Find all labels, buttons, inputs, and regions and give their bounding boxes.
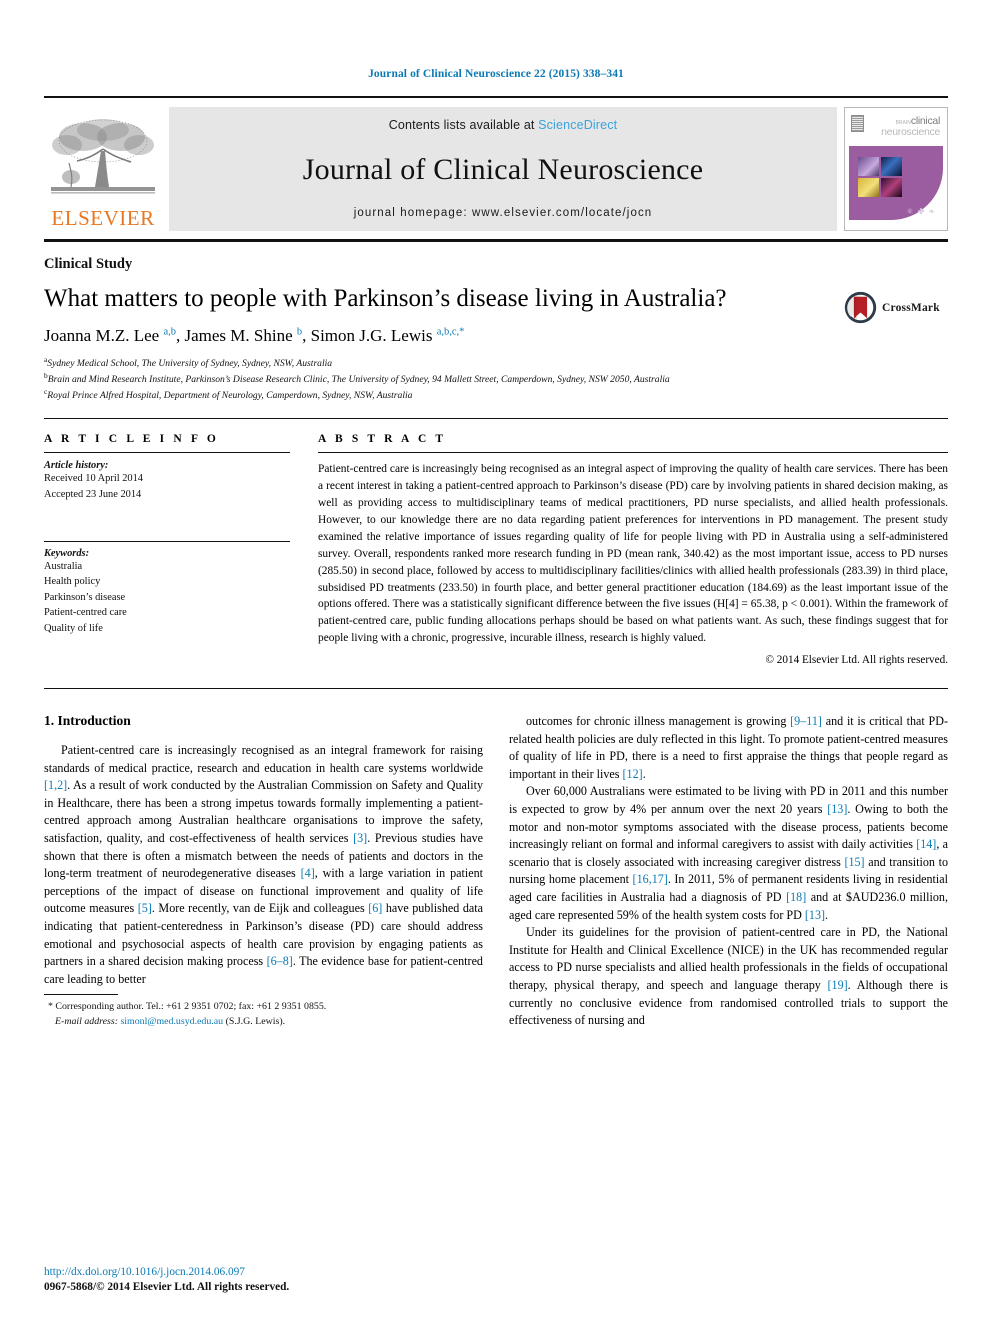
masthead-center: Contents lists available at ScienceDirec…	[169, 107, 837, 231]
footnote-email-label: E-mail address:	[55, 1015, 118, 1027]
citation-ref[interactable]: [1,2]	[44, 778, 67, 792]
citation-ref[interactable]: [15]	[844, 855, 864, 869]
body-paragraph: outcomes for chronic illness management …	[509, 714, 948, 781]
running-head: Journal of Clinical Neuroscience 22 (201…	[368, 68, 624, 80]
cover-tile	[881, 178, 902, 197]
affiliation-a: aSydney Medical School, The University o…	[44, 355, 333, 370]
right-column-paragraphs: outcomes for chronic illness management …	[509, 713, 948, 1030]
citation-ref[interactable]: [9–11]	[790, 714, 822, 728]
info-abstract-section: A R T I C L E I N F O Article history: R…	[44, 433, 948, 666]
journal-cover-thumbnail: BRAINclinical neuroscience ⚛ ✤ ❧	[844, 107, 948, 231]
cover-body: ⚛ ✤ ❧	[849, 146, 943, 220]
keyword-item: Health policy	[44, 576, 101, 588]
author-list: Joanna M.Z. Lee a,b, James M. Shine b, S…	[44, 326, 465, 345]
abstract-text: Patient-centred care is increasingly bei…	[318, 463, 948, 645]
citation-ref[interactable]: [19]	[828, 978, 848, 992]
issn-copyright: 0967-5868/© 2014 Elsevier Ltd. All right…	[44, 1280, 290, 1293]
body-column-right: outcomes for chronic illness management …	[509, 713, 948, 1030]
article-info-column: A R T I C L E I N F O Article history: R…	[44, 433, 290, 666]
cover-tile	[858, 178, 879, 197]
journal-homepage[interactable]: journal homepage: www.elsevier.com/locat…	[354, 207, 653, 219]
affiliation-c: cRoyal Prince Alfred Hospital, Departmen…	[44, 386, 413, 401]
body-columns: 1. Introduction Patient-centred care is …	[44, 713, 948, 1030]
abstract-heading: A B S T R A C T	[318, 433, 447, 446]
citation-ref[interactable]: [16,17]	[633, 872, 668, 886]
article-page: Journal of Clinical Neuroscience 22 (201…	[0, 0, 992, 1323]
affiliation-list: aSydney Medical School, The University o…	[44, 355, 828, 402]
article-type: Clinical Study	[44, 256, 133, 272]
title-divider	[44, 418, 948, 420]
doi-link[interactable]: http://dx.doi.org/10.1016/j.jocn.2014.06…	[44, 1265, 289, 1280]
cover-tile	[858, 157, 879, 176]
cover-image-tiles	[858, 157, 902, 197]
elsevier-logo: ELSEVIER	[44, 107, 162, 231]
section-heading-introduction: 1. Introduction	[44, 713, 131, 729]
corresponding-author-footnote: * Corresponding author. Tel.: +61 2 9351…	[44, 993, 483, 1030]
cover-glyphs: ⚛ ✤ ❧	[906, 207, 936, 216]
citation-ref[interactable]: [13]	[805, 908, 825, 922]
citation-ref[interactable]: [18]	[786, 890, 806, 904]
citation-ref[interactable]: [6]	[368, 901, 382, 915]
page-title: What matters to people with Parkinson’s …	[44, 285, 727, 312]
crossmark-label: CrossMark	[882, 301, 940, 314]
article-history: Article history: Received 10 April 2014 …	[44, 460, 290, 502]
sciencedirect-link[interactable]: ScienceDirect	[538, 118, 617, 132]
body-paragraph: Patient-centred care is increasingly rec…	[44, 743, 483, 986]
keywords-label: Keywords:	[44, 547, 90, 559]
keyword-item: Quality of life	[44, 623, 103, 635]
citation-ref[interactable]: [3]	[353, 831, 367, 845]
citation-ref[interactable]: [13]	[827, 802, 847, 816]
elsevier-wordmark: ELSEVIER	[51, 206, 155, 230]
citation-ref[interactable]: [6–8]	[267, 954, 293, 968]
footnote-corresponding: * Corresponding author. Tel.: +61 2 9351…	[44, 1000, 483, 1015]
footnote-asterisk: *	[48, 1000, 53, 1012]
cover-header: BRAINclinical neuroscience	[849, 112, 943, 146]
body-paragraph: Under its guidelines for the provision o…	[509, 925, 948, 1028]
citation-ref[interactable]: [14]	[916, 837, 936, 851]
footnote-rule	[44, 993, 118, 995]
footnote-email-line: E-mail address: simonl@med.usyd.edu.au (…	[44, 1015, 483, 1030]
keyword-item: Parkinson’s disease	[44, 591, 126, 603]
keywords-rule	[44, 540, 290, 542]
article-received: Received 10 April 2014	[44, 473, 143, 485]
keywords-list: Australia Health policy Parkinson’s diseas…	[44, 559, 290, 637]
cover-wordmark: BRAINclinical neuroscience	[881, 116, 940, 137]
abstract-rule	[318, 452, 948, 454]
contents-prefix: Contents lists available at	[388, 118, 539, 132]
abstract-divider	[44, 688, 948, 690]
affiliation-b: bBrain and Mind Research Institute, Park…	[44, 370, 670, 385]
crossmark-icon	[844, 291, 877, 324]
article-info-heading: A R T I C L E I N F O	[44, 433, 219, 446]
cover-tile	[881, 157, 902, 176]
cover-wordmark-line2: neuroscience	[881, 125, 940, 138]
crossmark-badge[interactable]: CrossMark	[844, 273, 948, 324]
page-footer: http://dx.doi.org/10.1016/j.jocn.2014.06…	[44, 1265, 289, 1296]
citation-ref[interactable]: [5]	[138, 901, 152, 915]
left-column-paragraphs: Patient-centred care is increasingly rec…	[44, 742, 483, 988]
article-info-rule	[44, 452, 290, 454]
journal-masthead: ELSEVIER Contents lists available at Sci…	[44, 96, 948, 242]
keyword-item: Patient-centred care	[44, 607, 127, 619]
keywords-block: Keywords: Australia Health policy Parkinso…	[44, 548, 290, 637]
body-column-left: 1. Introduction Patient-centred care is …	[44, 713, 483, 1030]
journal-title: Journal of Clinical Neuroscience	[302, 152, 704, 186]
article-history-label: Article history:	[44, 460, 109, 472]
footnote-email-suffix: (S.J.G. Lewis).	[225, 1015, 286, 1027]
footnote-corresponding-text: Corresponding author. Tel.: +61 2 9351 0…	[55, 1000, 327, 1012]
footnote-email-address[interactable]: simonl@med.usyd.edu.au	[120, 1016, 223, 1027]
cover-footer	[849, 220, 943, 227]
cover-inner: BRAINclinical neuroscience ⚛ ✤ ❧	[849, 112, 943, 227]
elsevier-tree-icon	[51, 119, 155, 194]
abstract-copyright: © 2014 Elsevier Ltd. All rights reserved…	[765, 654, 949, 667]
keyword-item: Australia	[44, 560, 83, 572]
title-row: What matters to people with Parkinson’s …	[44, 273, 948, 402]
article-accepted: Accepted 23 June 2014	[44, 489, 142, 500]
title-block: What matters to people with Parkinson’s …	[44, 273, 828, 402]
cover-elsevier-icon	[851, 115, 864, 132]
citation-ref[interactable]: [12]	[623, 767, 643, 781]
abstract-column: A B S T R A C T Patient-centred care is …	[318, 433, 948, 666]
contents-list-line: Contents lists available at ScienceDirec…	[389, 118, 617, 132]
body-paragraph: Over 60,000 Australians were estimated t…	[509, 784, 948, 922]
citation-ref[interactable]: [4]	[301, 866, 315, 880]
